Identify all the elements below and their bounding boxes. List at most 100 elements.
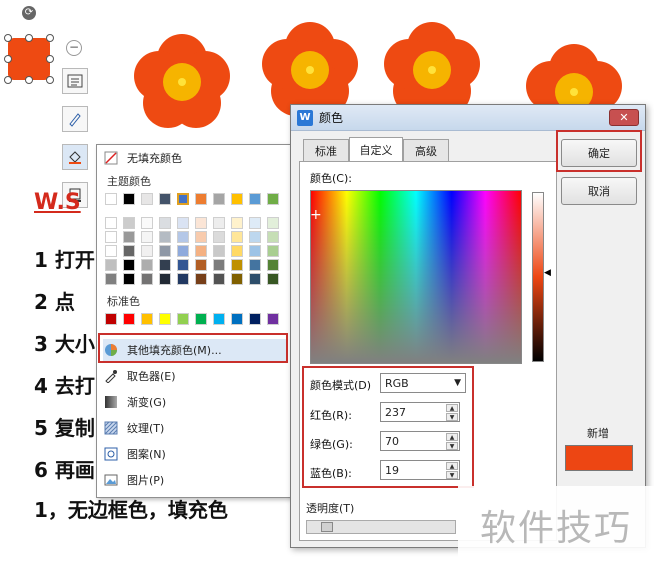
standard-color-swatch[interactable] — [105, 313, 117, 325]
theme-color-swatch[interactable] — [213, 217, 225, 229]
theme-color-swatch[interactable] — [249, 245, 261, 257]
texture-item[interactable]: 纹理(T) — [103, 417, 287, 439]
theme-color-swatch[interactable] — [105, 231, 117, 243]
theme-color-swatch[interactable] — [177, 245, 189, 257]
theme-color-swatch[interactable] — [123, 259, 135, 271]
theme-color-swatch[interactable] — [105, 245, 117, 257]
theme-color-swatch[interactable] — [213, 193, 225, 205]
selected-shape[interactable] — [8, 38, 50, 80]
theme-color-swatch[interactable] — [159, 259, 171, 271]
theme-color-swatch[interactable] — [231, 273, 243, 285]
theme-color-swatch[interactable] — [123, 193, 135, 205]
theme-color-swatch[interactable] — [195, 259, 207, 271]
theme-color-swatch[interactable] — [249, 259, 261, 271]
theme-color-swatch[interactable] — [177, 193, 189, 205]
theme-color-swatch[interactable] — [231, 259, 243, 271]
theme-color-swatch[interactable] — [195, 217, 207, 229]
theme-color-swatch[interactable] — [267, 217, 279, 229]
no-fill-item[interactable]: 无填充颜色 — [103, 147, 287, 169]
theme-color-swatch[interactable] — [159, 245, 171, 257]
theme-color-swatch[interactable] — [267, 259, 279, 271]
theme-color-swatch[interactable] — [123, 217, 135, 229]
theme-color-swatch[interactable] — [195, 245, 207, 257]
theme-color-swatch[interactable] — [195, 193, 207, 205]
standard-color-swatch[interactable] — [177, 313, 189, 325]
tab-standard[interactable]: 标准 — [303, 139, 349, 161]
theme-color-swatch[interactable] — [231, 245, 243, 257]
theme-color-swatch[interactable] — [267, 193, 279, 205]
theme-color-swatch[interactable] — [141, 259, 153, 271]
standard-color-swatch[interactable] — [249, 313, 261, 325]
theme-color-swatch[interactable] — [267, 231, 279, 243]
pattern-item[interactable]: 图案(N) — [103, 443, 287, 465]
resize-handle[interactable] — [4, 76, 12, 84]
resize-handle[interactable] — [25, 76, 33, 84]
theme-color-swatch[interactable] — [195, 273, 207, 285]
theme-color-swatch[interactable] — [123, 245, 135, 257]
standard-color-swatch[interactable] — [231, 313, 243, 325]
layout-icon[interactable] — [62, 68, 88, 94]
theme-color-swatch[interactable] — [159, 273, 171, 285]
slider-thumb[interactable] — [321, 522, 333, 532]
theme-color-swatch[interactable] — [105, 259, 117, 271]
theme-color-swatch[interactable] — [267, 245, 279, 257]
theme-color-swatch[interactable] — [195, 231, 207, 243]
theme-color-swatch[interactable] — [267, 273, 279, 285]
theme-color-swatch[interactable] — [249, 231, 261, 243]
theme-color-swatch[interactable] — [141, 193, 153, 205]
theme-color-swatch[interactable] — [213, 245, 225, 257]
standard-color-swatch[interactable] — [141, 313, 153, 325]
eyedropper-item[interactable]: 取色器(E) — [103, 365, 287, 387]
theme-color-swatch[interactable] — [231, 217, 243, 229]
resize-handle[interactable] — [46, 34, 54, 42]
resize-handle[interactable] — [4, 55, 12, 63]
theme-color-swatch[interactable] — [159, 193, 171, 205]
collapse-icon[interactable]: − — [66, 40, 82, 56]
theme-color-swatch[interactable] — [231, 231, 243, 243]
theme-color-swatch[interactable] — [123, 231, 135, 243]
resize-handle[interactable] — [25, 34, 33, 42]
transparency-slider[interactable] — [306, 520, 456, 534]
tab-custom[interactable]: 自定义 — [349, 137, 403, 162]
theme-color-swatch[interactable] — [141, 231, 153, 243]
theme-color-swatch[interactable] — [105, 273, 117, 285]
standard-color-swatch[interactable] — [213, 313, 225, 325]
theme-color-swatch[interactable] — [141, 245, 153, 257]
gradient-item[interactable]: 渐变(G) — [103, 391, 287, 413]
luminance-slider[interactable] — [532, 192, 544, 362]
rotate-handle-icon[interactable]: ⟳ — [22, 6, 36, 20]
theme-color-swatch[interactable] — [123, 273, 135, 285]
standard-color-swatch[interactable] — [123, 313, 135, 325]
picture-item[interactable]: 图片(P) — [103, 469, 287, 491]
tab-advanced[interactable]: 高级 — [403, 139, 449, 161]
standard-color-swatch[interactable] — [195, 313, 207, 325]
standard-color-swatch[interactable] — [159, 313, 171, 325]
standard-color-swatch[interactable] — [267, 313, 279, 325]
pen-icon[interactable] — [62, 106, 88, 132]
theme-color-swatch[interactable] — [213, 231, 225, 243]
resize-handle[interactable] — [46, 76, 54, 84]
theme-color-swatch[interactable] — [249, 193, 261, 205]
theme-color-swatch[interactable] — [177, 217, 189, 229]
theme-color-swatch[interactable] — [159, 231, 171, 243]
theme-color-swatch[interactable] — [249, 273, 261, 285]
theme-color-swatch[interactable] — [141, 217, 153, 229]
luminance-arrow-icon[interactable]: ◀ — [544, 268, 551, 278]
color-spectrum[interactable] — [310, 190, 522, 364]
theme-color-swatch[interactable] — [177, 231, 189, 243]
close-icon[interactable]: ✕ — [609, 109, 639, 126]
flower-shape[interactable] — [134, 34, 230, 130]
resize-handle[interactable] — [46, 55, 54, 63]
theme-color-swatch[interactable] — [177, 273, 189, 285]
theme-color-swatch[interactable] — [105, 193, 117, 205]
cancel-button[interactable]: 取消 — [561, 177, 637, 205]
theme-color-swatch[interactable] — [177, 259, 189, 271]
theme-color-swatch[interactable] — [141, 273, 153, 285]
fill-bucket-icon[interactable] — [62, 144, 88, 170]
theme-color-swatch[interactable] — [231, 193, 243, 205]
theme-color-swatch[interactable] — [105, 217, 117, 229]
theme-color-swatch[interactable] — [249, 217, 261, 229]
theme-color-swatch[interactable] — [159, 217, 171, 229]
theme-color-swatch[interactable] — [213, 259, 225, 271]
resize-handle[interactable] — [4, 34, 12, 42]
